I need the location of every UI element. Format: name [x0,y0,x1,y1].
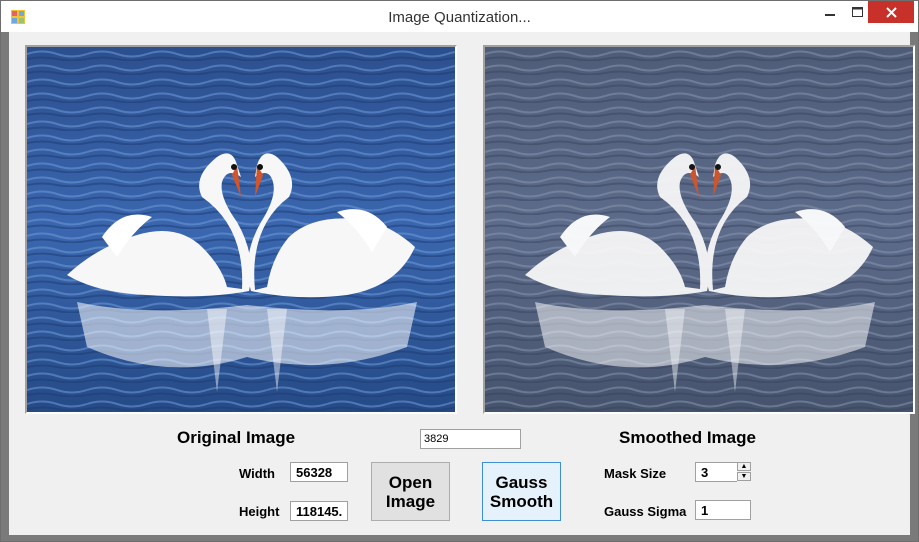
close-button[interactable] [868,1,914,23]
height-label: Height [239,504,280,519]
original-image [27,47,455,412]
open-image-button[interactable]: Open Image [371,462,450,521]
mask-size-label: Mask Size [604,466,667,481]
client-area [9,32,915,535]
gauss-smooth-label-line2: Smooth [489,491,554,511]
minimize-icon [825,14,835,16]
time-textbox[interactable]: 3829 [420,429,521,449]
original-image-label: Original Image [177,428,296,447]
mask-size-spinner[interactable]: ▲ ▼ [737,462,751,482]
title-bar[interactable]: Image Quantization... [1,1,918,32]
spin-down-icon[interactable]: ▼ [737,472,751,481]
width-field[interactable]: 56328 [290,462,348,482]
smoothed-image-label: Smoothed Image [619,428,756,447]
spin-up-icon[interactable]: ▲ [737,462,751,471]
app-window: Image Quantization... Original Image 382… [0,0,919,542]
close-icon [885,6,897,18]
window-title: Image Quantization... [388,9,531,26]
open-image-label-line1: Open [388,472,433,492]
smoothed-image-box [483,45,915,414]
width-label: Width [239,466,275,481]
gauss-smooth-button[interactable]: Gauss Smooth [482,462,561,521]
open-image-label-line2: Image [385,491,436,511]
gauss-sigma-input[interactable]: 1 [695,500,751,520]
smoothed-image [485,47,913,412]
gauss-sigma-label: Gauss Sigma [604,504,687,519]
mask-size-input[interactable]: 3 [695,462,737,482]
gauss-smooth-label-line1: Gauss [495,472,548,492]
maximize-icon [851,7,863,17]
height-field[interactable]: 118145. [290,501,348,521]
original-image-box [25,45,457,414]
